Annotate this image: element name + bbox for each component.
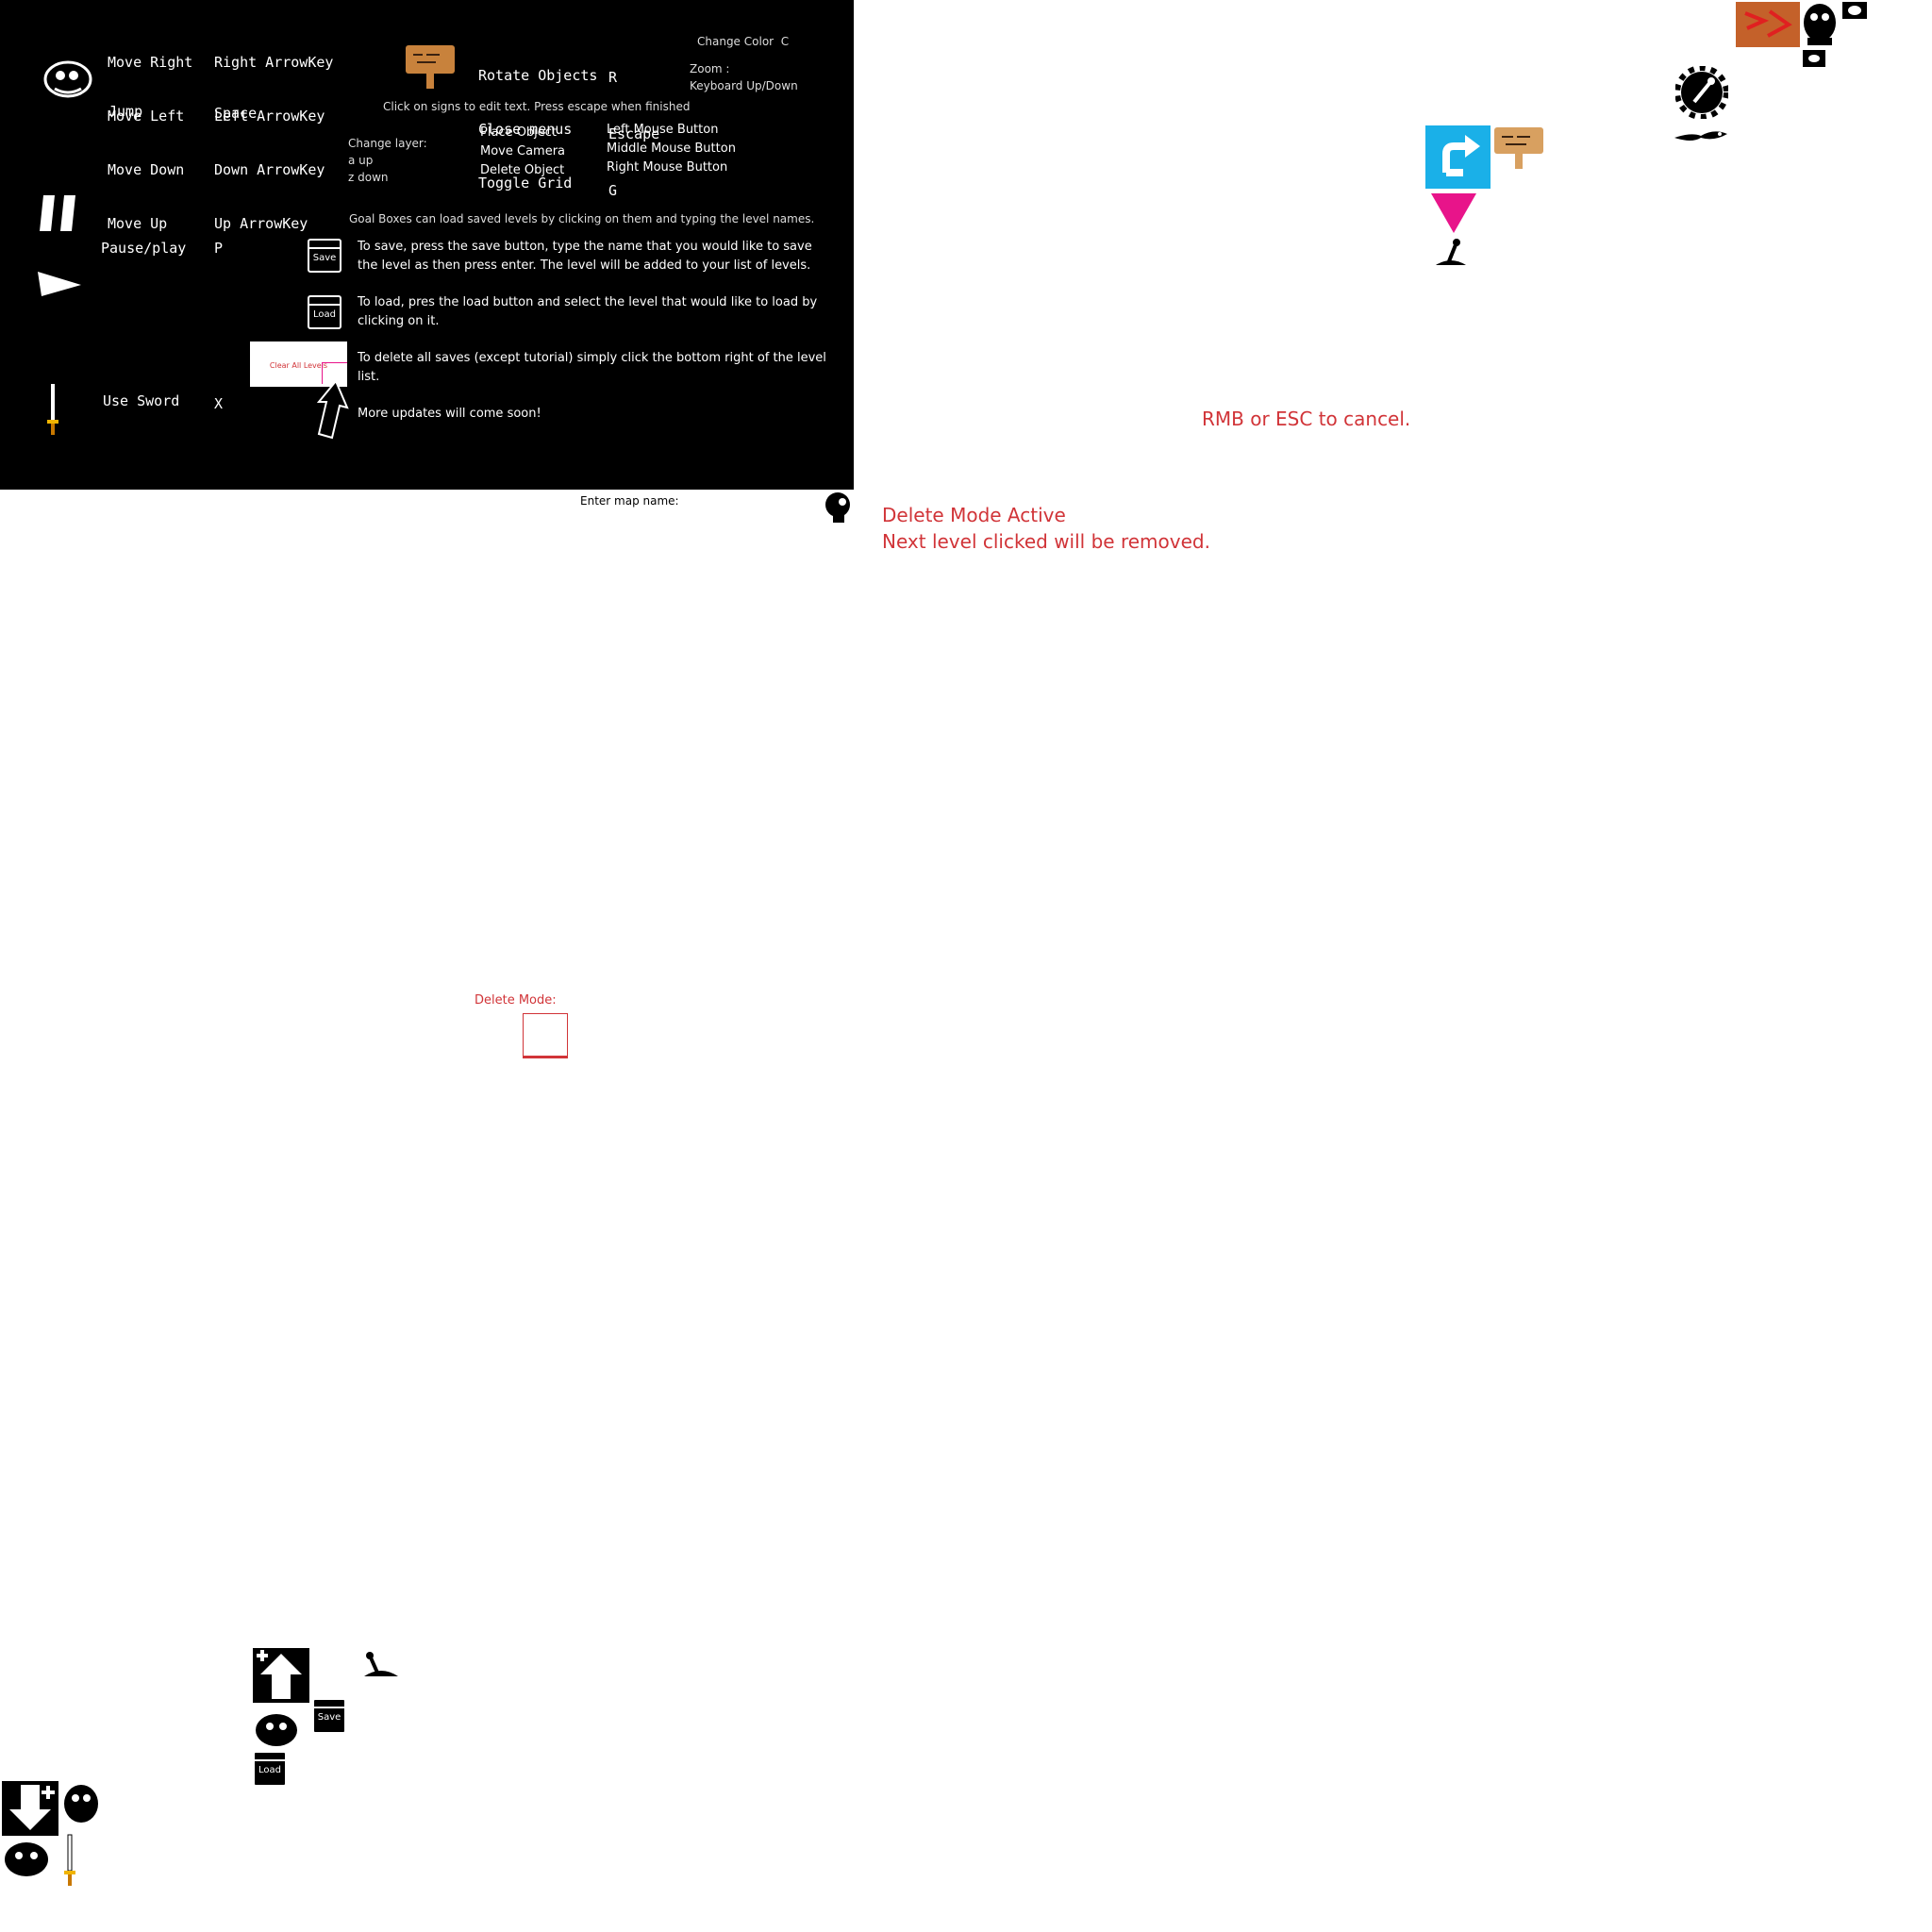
rotate-key: R (608, 69, 618, 86)
ghost-icon[interactable] (1802, 2, 1838, 47)
sword-key: X (214, 395, 224, 412)
change-color-key: C (780, 35, 790, 48)
sword-icon (45, 382, 60, 439)
jump-key: Space (214, 105, 258, 122)
pause-icon (38, 193, 81, 233)
sign-hint: Click on signs to edit text. Press escap… (383, 100, 691, 113)
pointer-arrow-icon (308, 379, 349, 440)
load-button[interactable]: Load (253, 1751, 287, 1787)
delete-mode-toggle[interactable] (523, 1013, 568, 1058)
add-layer-up-button[interactable] (253, 1648, 309, 1703)
save-icon: Save (308, 239, 341, 273)
lever-icon[interactable] (1432, 237, 1470, 271)
change-color-label: Change Color C (697, 35, 790, 48)
cancel-hint: RMB or ESC to cancel. (1202, 408, 1411, 430)
save-instructions: To save, press the save button, type the… (358, 240, 812, 273)
place-object-label: Place Object (480, 125, 558, 140)
jump-label: Jump (108, 103, 143, 120)
player-icon (42, 58, 94, 100)
rotate-label: Rotate Objects (478, 67, 598, 84)
move-down-label: Move Down (108, 161, 185, 178)
left-mouse-label: Left Mouse Button (607, 123, 719, 137)
play-icon (36, 270, 83, 298)
map-name-prompt: Enter map name: (580, 494, 679, 508)
pink-triangle-icon[interactable] (1429, 192, 1478, 235)
load-icon: Load (308, 295, 341, 329)
move-right-key: Right ArrowKey (214, 54, 334, 71)
delete-instructions: To delete all saves (except tutorial) si… (358, 351, 826, 384)
sign-palette-icon[interactable] (1492, 125, 1545, 173)
layer-title: Change layer: (348, 137, 427, 150)
sword-label: Use Sword (103, 392, 180, 409)
move-up-key: Up ArrowKey (214, 215, 308, 232)
add-layer-down-button[interactable] (2, 1781, 58, 1836)
lever-tool-icon[interactable] (360, 1648, 402, 1682)
goal-hint: Goal Boxes can load saved levels by clic… (349, 212, 815, 225)
help-panel: Move Right Move Left Move Down Move Up R… (0, 0, 854, 490)
delete-mode-next: Next level clicked will be removed. (882, 530, 1210, 553)
updates-text: More updates will come soon! (358, 407, 541, 421)
player-alt-tool-icon[interactable] (2, 1840, 51, 1879)
sign-icon (404, 43, 457, 91)
load-instructions: To load, pres the load button and select… (358, 295, 818, 328)
pause-label: Pause/play (101, 240, 187, 257)
pause-key: P (214, 240, 224, 257)
save-button[interactable]: Save (312, 1698, 346, 1734)
mouse-buttons: Left Mouse Button Middle Mouse Button Ri… (607, 121, 736, 177)
eye-icon[interactable] (1842, 2, 1867, 19)
move-labels: Move Right Move Left Move Down Move Up (108, 18, 192, 269)
zoom-keys: Keyboard Up/Down (690, 79, 798, 92)
layer-info: Change layer: a up z down (348, 135, 427, 186)
map-name-ghost-icon (822, 491, 854, 525)
ghost-tool-icon[interactable] (62, 1783, 100, 1828)
delete-object-label: Delete Object (480, 163, 565, 177)
move-down-key: Down ArrowKey (214, 161, 325, 178)
player-tool-icon[interactable] (253, 1711, 300, 1749)
sword-tool-icon[interactable] (62, 1833, 77, 1890)
move-keys: Right ArrowKey Left ArrowKey Down ArrowK… (214, 18, 333, 269)
delete-mode-active: Delete Mode Active (882, 504, 1066, 526)
gear-wrench-icon[interactable] (1675, 66, 1728, 119)
move-camera-label: Move Camera (480, 144, 566, 158)
delete-mode-message: Delete Mode Active Next level clicked wi… (882, 502, 1210, 555)
wood-block-icon[interactable] (1736, 2, 1800, 47)
mouse-actions: Place Object Move Camera Delete Object (480, 124, 565, 180)
lizard-icon[interactable] (1673, 125, 1729, 145)
move-up-label: Move Up (108, 215, 168, 232)
middle-mouse-label: Middle Mouse Button (607, 142, 736, 156)
delete-mode-label: Delete Mode: (475, 993, 557, 1008)
move-right-label: Move Right (108, 54, 193, 71)
layer-down: z down (348, 171, 389, 184)
layer-up: a up (348, 154, 374, 167)
eye-small-icon[interactable] (1803, 50, 1825, 67)
right-mouse-label: Right Mouse Button (607, 160, 728, 175)
zoom-label: Zoom : (690, 62, 730, 75)
toggle-grid-key: G (608, 182, 618, 199)
blue-redo-icon[interactable] (1425, 125, 1491, 189)
